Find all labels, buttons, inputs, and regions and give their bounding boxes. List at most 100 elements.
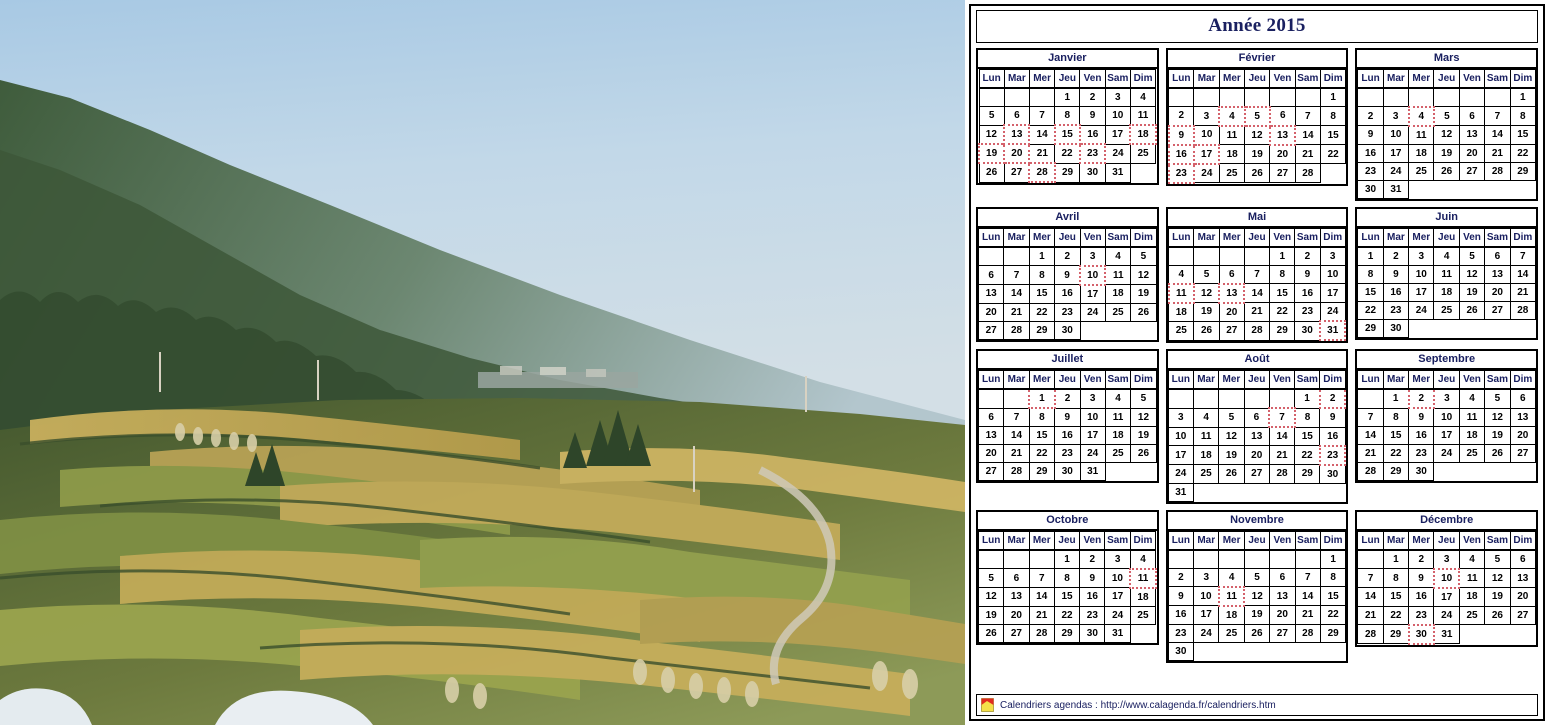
day-cell[interactable]: 2 [1054,388,1081,409]
day-cell[interactable]: 18 [1458,426,1486,445]
day-cell[interactable]: 27 [1509,605,1537,625]
day-cell[interactable]: 19 [977,605,1005,625]
day-cell[interactable]: 1 [1054,87,1081,107]
day-cell[interactable]: 20 [1243,445,1270,465]
day-cell[interactable]: 11 [1167,282,1195,304]
day-cell[interactable]: 2 [1382,246,1410,266]
day-cell[interactable]: 5 [1130,388,1157,409]
day-cell[interactable]: 14 [1509,264,1537,284]
day-cell[interactable]: 7 [1003,407,1030,427]
day-cell[interactable]: 24 [1319,302,1346,322]
day-cell[interactable]: 13 [977,284,1005,304]
day-cell[interactable]: 29 [1053,623,1081,643]
day-cell[interactable]: 7 [1357,568,1384,588]
day-cell[interactable]: 21 [1484,143,1511,163]
day-cell[interactable]: 3 [1433,388,1460,409]
day-cell[interactable]: 30 [1408,462,1435,481]
day-cell[interactable]: 20 [1269,605,1296,625]
day-cell[interactable]: 4 [1433,246,1460,266]
day-cell[interactable]: 23 [1408,444,1435,463]
day-cell[interactable]: 11 [1217,585,1246,607]
day-cell[interactable]: 24 [1079,444,1106,463]
day-cell[interactable]: 1 [1382,388,1410,409]
day-cell[interactable]: 12 [1244,125,1271,145]
day-cell[interactable]: 16 [1408,587,1435,607]
day-cell[interactable]: 5 [977,568,1005,588]
day-cell[interactable]: 20 [1269,144,1296,164]
day-cell[interactable]: 17 [1104,587,1131,607]
day-cell[interactable]: 23 [1079,605,1106,625]
day-cell[interactable]: 16 [1167,605,1195,625]
day-cell[interactable]: 4 [1407,105,1435,127]
day-cell[interactable]: 8 [1382,568,1410,588]
day-cell[interactable]: 1 [1053,549,1081,569]
day-cell[interactable]: 13 [1268,124,1297,146]
day-cell[interactable]: 25 [1458,605,1486,625]
day-cell[interactable]: 30 [1357,179,1384,199]
day-cell[interactable]: 10 [1319,264,1346,284]
day-cell[interactable]: 21 [1003,302,1030,322]
day-cell[interactable]: 13 [1003,124,1031,145]
day-cell[interactable]: 13 [1269,586,1296,606]
day-cell[interactable]: 15 [1269,283,1296,303]
day-cell[interactable]: 30 [1167,641,1195,661]
day-cell[interactable]: 21 [1028,605,1055,625]
day-cell[interactable]: 7 [1509,246,1537,266]
day-cell[interactable]: 10 [1104,106,1131,126]
day-cell[interactable]: 19 [1130,284,1157,304]
day-cell[interactable]: 7 [1028,106,1056,126]
day-cell[interactable]: 7 [1003,265,1030,285]
day-cell[interactable]: 26 [1130,444,1157,463]
day-cell[interactable]: 29 [1269,320,1296,341]
day-cell[interactable]: 20 [1003,143,1031,164]
day-cell[interactable]: 12 [1130,265,1157,285]
day-cell[interactable]: 3 [1104,87,1131,107]
day-cell[interactable]: 20 [977,444,1005,463]
day-cell[interactable]: 15 [1053,124,1081,145]
day-cell[interactable]: 7 [1357,407,1384,427]
day-cell[interactable]: 3 [1382,106,1410,126]
day-cell[interactable]: 20 [1509,587,1537,607]
day-cell[interactable]: 14 [1003,426,1030,445]
day-cell[interactable]: 25 [1218,163,1246,183]
day-cell[interactable]: 17 [1408,282,1435,302]
day-cell[interactable]: 11 [1129,567,1157,589]
day-cell[interactable]: 17 [1193,605,1220,625]
day-cell[interactable]: 15 [1357,282,1384,302]
day-cell[interactable]: 22 [1382,444,1410,463]
day-cell[interactable]: 5 [1243,567,1271,587]
day-cell[interactable]: 9 [1167,124,1195,146]
day-cell[interactable]: 23 [1054,444,1081,463]
day-cell[interactable]: 14 [1003,284,1030,304]
day-cell[interactable]: 2 [1079,87,1106,107]
day-cell[interactable]: 28 [1484,161,1511,181]
day-cell[interactable]: 30 [1382,318,1410,338]
day-cell[interactable]: 10 [1433,407,1460,427]
day-cell[interactable]: 23 [1294,302,1321,322]
day-cell[interactable]: 31 [1319,320,1347,341]
day-cell[interactable]: 21 [1357,444,1384,463]
day-cell[interactable]: 3 [1104,549,1131,569]
day-cell[interactable]: 2 [1079,549,1106,569]
day-cell[interactable]: 7 [1268,407,1296,428]
footer-link-label[interactable]: Calendriers agendas : http://www.calagen… [1000,700,1276,711]
day-cell[interactable]: 8 [1294,407,1321,428]
day-cell[interactable]: 23 [1167,162,1195,184]
day-cell[interactable]: 18 [1408,143,1435,163]
day-cell[interactable]: 17 [1104,124,1131,145]
day-cell[interactable]: 30 [1294,320,1321,341]
day-cell[interactable]: 23 [1078,143,1107,164]
day-cell[interactable]: 5 [978,106,1005,126]
day-cell[interactable]: 14 [1484,125,1511,145]
day-cell[interactable]: 27 [1243,464,1270,484]
day-cell[interactable]: 5 [1243,105,1271,127]
day-cell[interactable]: 21 [1028,143,1056,164]
day-cell[interactable]: 13 [977,426,1005,445]
day-cell[interactable]: 4 [1218,567,1245,587]
day-cell[interactable]: 11 [1458,568,1486,588]
day-cell[interactable]: 30 [1407,623,1435,645]
day-cell[interactable]: 2 [1167,567,1195,587]
day-cell[interactable]: 30 [1319,464,1346,484]
day-cell[interactable]: 26 [1218,464,1245,484]
day-cell[interactable]: 12 [1484,568,1511,588]
